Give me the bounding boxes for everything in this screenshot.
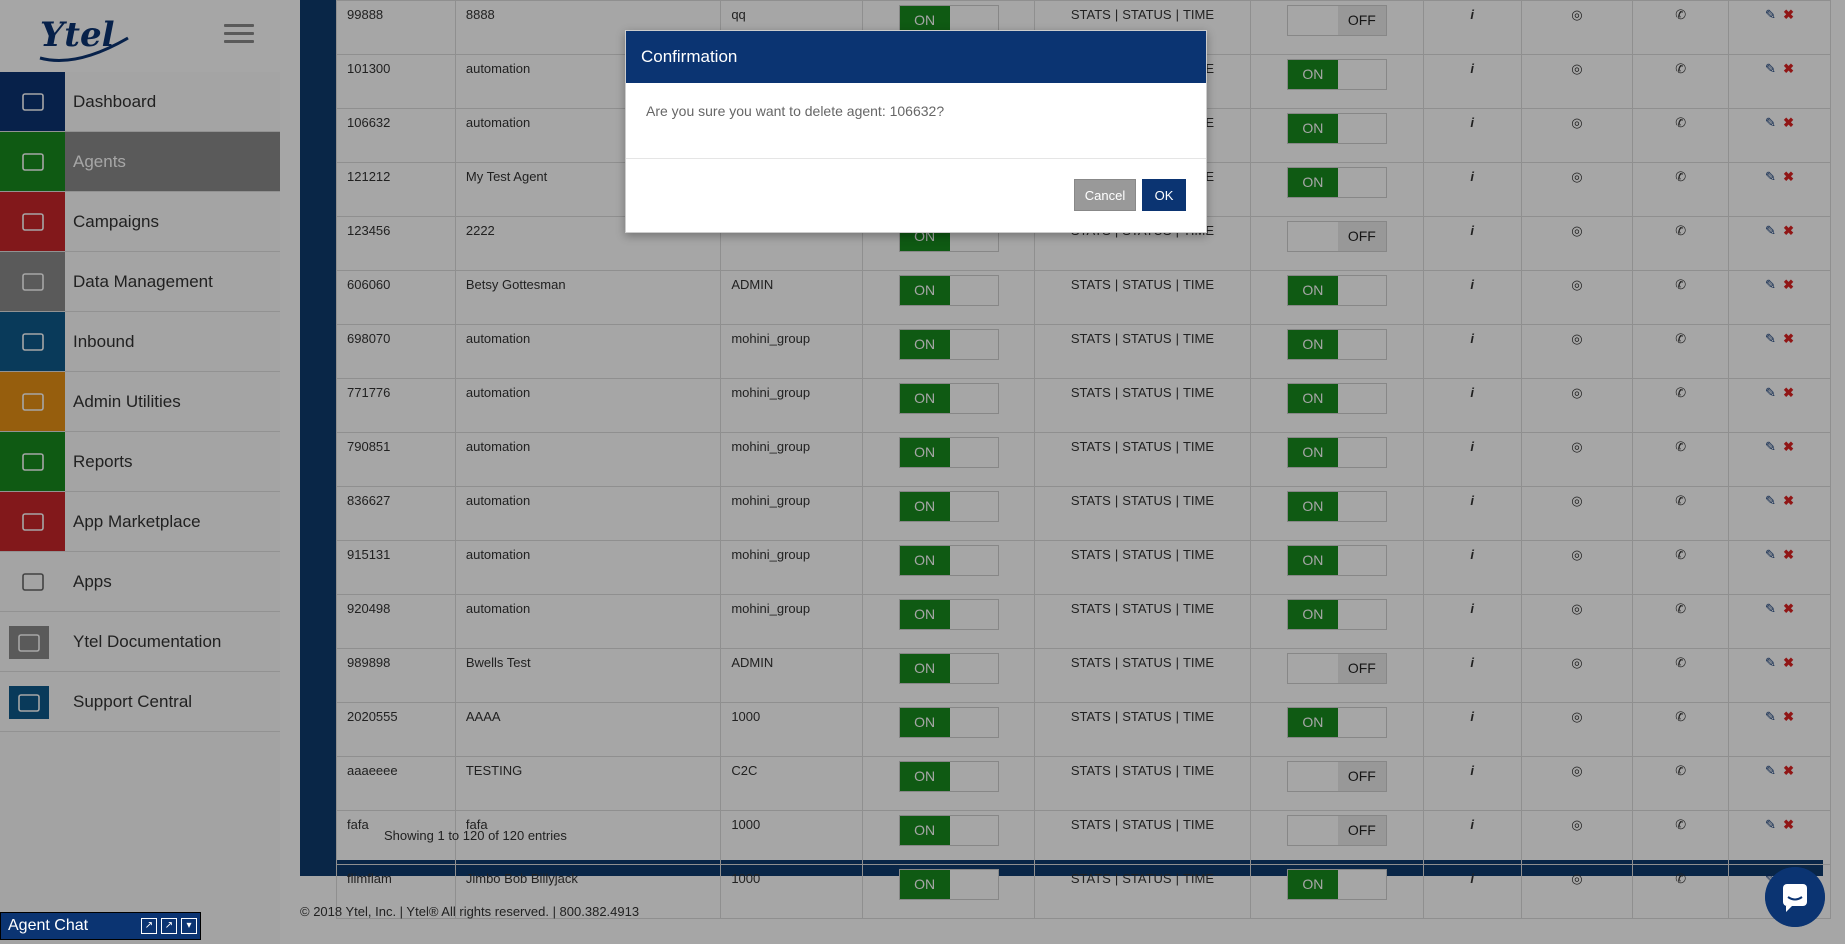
dialog-message: Are you sure you want to delete agent: 1… <box>626 83 1206 159</box>
agent-chat-bar[interactable]: Agent Chat ↗ ↗ ▾ <box>0 912 201 940</box>
chevron-down-icon[interactable]: ▾ <box>181 918 197 934</box>
agent-chat-label: Agent Chat <box>8 917 89 934</box>
dialog-title: Confirmation <box>626 31 1206 83</box>
cancel-button[interactable]: Cancel <box>1074 179 1136 211</box>
confirmation-dialog: Confirmation Are you sure you want to de… <box>625 30 1207 233</box>
chat-bubble-icon[interactable] <box>1765 867 1825 927</box>
dialog-footer: Cancel OK <box>626 159 1206 231</box>
ok-button[interactable]: OK <box>1142 179 1186 211</box>
popout-icon[interactable]: ↗ <box>141 918 157 934</box>
expand-icon[interactable]: ↗ <box>161 918 177 934</box>
